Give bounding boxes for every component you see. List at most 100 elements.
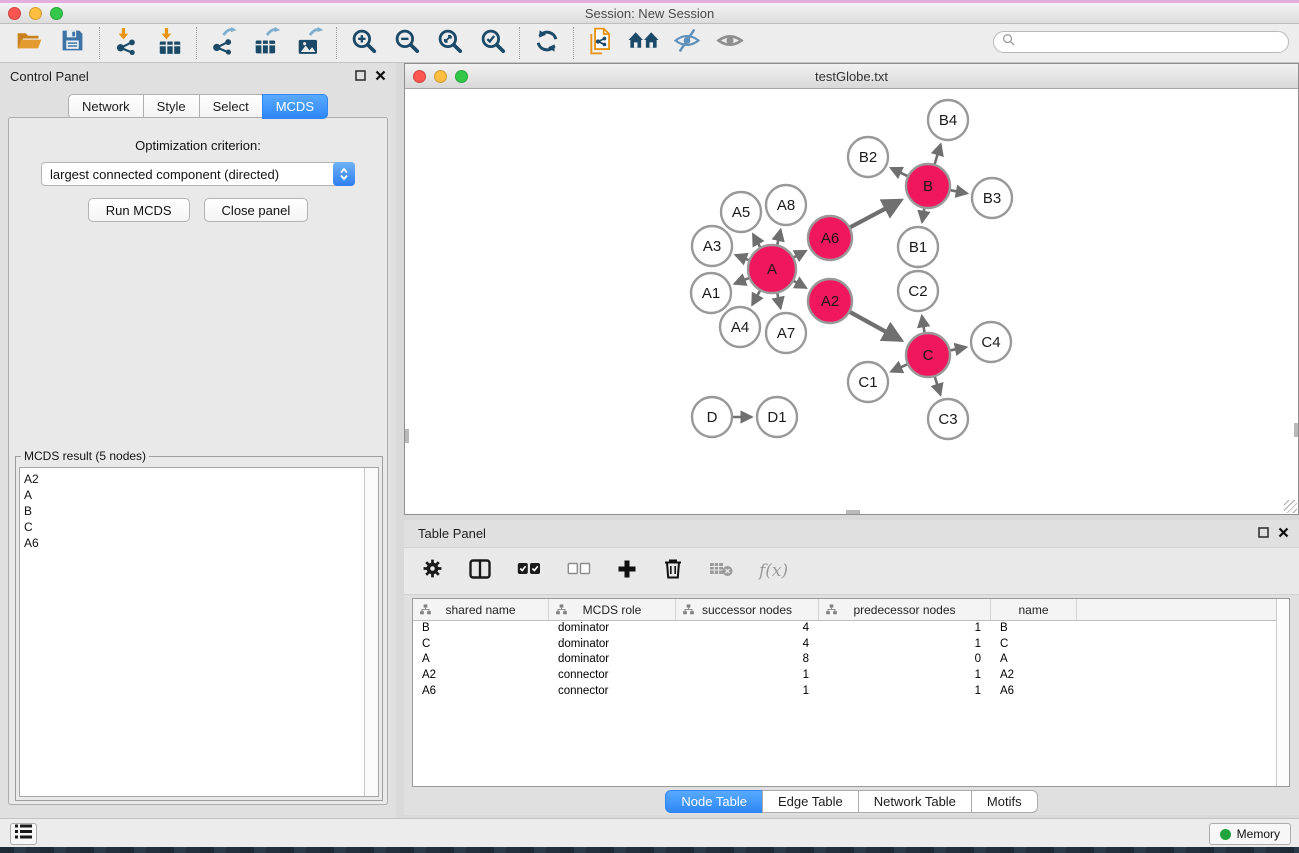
search-field[interactable] <box>993 31 1289 53</box>
hide-details-button[interactable] <box>665 25 708 61</box>
delete-column-button[interactable] <box>663 553 683 589</box>
graph-edge-A-A8[interactable] <box>777 230 780 246</box>
function-builder-button[interactable]: f(x) <box>759 553 788 589</box>
graph-edge-A-A5[interactable] <box>753 234 760 248</box>
save-session-button[interactable] <box>51 25 94 61</box>
eye-slash-icon <box>673 28 701 58</box>
table-row[interactable]: A2connector11A2 <box>413 668 1289 684</box>
graph-edge-B-B4[interactable] <box>934 144 940 165</box>
zoom-fit-button[interactable] <box>428 25 471 61</box>
zoom-out-button[interactable] <box>385 25 428 61</box>
deselect-all-button[interactable] <box>567 553 591 589</box>
home-button[interactable] <box>622 25 665 61</box>
graph-edge-A-A6[interactable] <box>793 251 806 258</box>
close-panel-icon[interactable] <box>1278 525 1289 543</box>
open-file-button[interactable] <box>8 25 51 61</box>
close-panel-button[interactable]: Close panel <box>204 198 309 222</box>
graph-edge-C-C2[interactable] <box>922 316 925 333</box>
result-list-item[interactable]: A2 <box>20 471 378 487</box>
float-panel-icon[interactable] <box>355 68 366 86</box>
zoom-in-button[interactable] <box>342 25 385 61</box>
graph-edge-C-C4[interactable] <box>950 347 967 350</box>
result-list-scrollbar[interactable] <box>364 468 378 796</box>
tab-node-table[interactable]: Node Table <box>665 790 763 813</box>
tab-motifs[interactable]: Motifs <box>971 790 1038 813</box>
graph-edge-C-C3[interactable] <box>935 376 941 395</box>
graph-edge-B-B3[interactable] <box>950 190 967 193</box>
result-list-item[interactable]: B <box>20 503 378 519</box>
graph-edge-A6-B[interactable] <box>849 200 900 227</box>
node-table: shared name MCDS role successor nodes pr… <box>412 598 1290 787</box>
graph-node-label-A3: A3 <box>703 238 721 255</box>
graph-node-label-D: D <box>707 409 718 426</box>
scroll-stub[interactable] <box>1294 423 1298 437</box>
scroll-stub[interactable] <box>405 429 409 443</box>
refresh-button[interactable] <box>525 25 568 61</box>
graph-edge-A2-C[interactable] <box>849 312 901 341</box>
import-table-button[interactable] <box>148 25 191 61</box>
result-list-item[interactable]: A <box>20 487 378 503</box>
table-cell: dominator <box>549 637 676 653</box>
zoom-selected-button[interactable] <box>471 25 514 61</box>
show-details-button[interactable] <box>708 25 751 61</box>
control-panel: Control Panel Network Style Select MCDS … <box>0 63 396 818</box>
criterion-dropdown[interactable]: largest connected component (directed) <box>41 162 355 186</box>
split-view-button[interactable] <box>469 553 491 589</box>
window-resize-grip[interactable] <box>1284 500 1297 513</box>
column-header-shared-name[interactable]: shared name <box>413 599 549 620</box>
open-folder-icon <box>16 27 43 59</box>
column-header-name[interactable]: name <box>991 599 1077 620</box>
network-overview-button[interactable] <box>579 25 622 61</box>
table-panel-header: Table Panel <box>404 520 1299 547</box>
import-network-button[interactable] <box>105 25 148 61</box>
tab-network[interactable]: Network <box>68 94 144 119</box>
table-row[interactable]: Cdominator41C <box>413 637 1289 653</box>
table-tabs: Node Table Edge Table Network Table Moti… <box>404 790 1299 813</box>
table-scrollbar[interactable] <box>1276 599 1289 786</box>
tab-select[interactable]: Select <box>199 94 263 119</box>
result-list-item[interactable]: A6 <box>20 535 378 551</box>
tab-network-table[interactable]: Network Table <box>858 790 972 813</box>
graph-edge-A-A7[interactable] <box>777 292 780 308</box>
column-header-successor-nodes[interactable]: successor nodes <box>676 599 819 620</box>
plus-icon <box>617 559 637 584</box>
table-row[interactable]: A6connector11A6 <box>413 684 1289 700</box>
select-all-button[interactable] <box>517 553 541 589</box>
column-header-mcds-role[interactable]: MCDS role <box>549 599 676 620</box>
tab-edge-table[interactable]: Edge Table <box>762 790 859 813</box>
graph-edge-C-C1[interactable] <box>891 364 908 372</box>
task-history-button[interactable] <box>10 823 37 845</box>
network-canvas[interactable]: B4B2BB3A8A5A6A3B1AA1C2A2A4A7C4CC1C3DD1 <box>405 89 1298 514</box>
tab-mcds[interactable]: MCDS <box>262 94 328 119</box>
graph-edge-B-B2[interactable] <box>891 168 908 176</box>
export-network-button[interactable] <box>202 25 245 61</box>
mcds-result-list[interactable]: A2ABCA6 <box>19 467 379 797</box>
table-row[interactable]: Adominator80A <box>413 652 1289 668</box>
graph-edge-A-A2[interactable] <box>793 281 806 288</box>
result-list-item[interactable]: C <box>20 519 378 535</box>
run-mcds-button[interactable]: Run MCDS <box>88 198 190 222</box>
scroll-stub[interactable] <box>846 510 860 514</box>
export-image-button[interactable] <box>288 25 331 61</box>
trash-icon <box>663 558 683 585</box>
export-table-button[interactable] <box>245 25 288 61</box>
delete-table-button[interactable] <box>709 553 733 589</box>
column-header-predecessor-nodes[interactable]: predecessor nodes <box>819 599 991 620</box>
graph-edge-A-A4[interactable] <box>752 290 760 305</box>
tab-style[interactable]: Style <box>143 94 200 119</box>
add-column-button[interactable] <box>617 553 637 589</box>
toolbar-separator <box>573 27 574 59</box>
graph-edge-A-A1[interactable] <box>735 278 750 284</box>
graph-edge-B-B1[interactable] <box>922 208 924 222</box>
graph-edge-A-A3[interactable] <box>736 255 750 260</box>
unchecked-boxes-icon <box>567 562 591 581</box>
table-settings-button[interactable] <box>422 553 443 589</box>
memory-button[interactable]: Memory <box>1209 823 1291 845</box>
table-row[interactable]: Bdominator41B <box>413 621 1289 637</box>
close-panel-icon[interactable] <box>375 68 386 86</box>
graph-node-label-A8: A8 <box>777 197 795 214</box>
hierarchy-icon <box>420 604 431 618</box>
network-document-icon <box>588 27 614 60</box>
search-input[interactable] <box>1020 33 1288 51</box>
float-panel-icon[interactable] <box>1258 525 1269 543</box>
